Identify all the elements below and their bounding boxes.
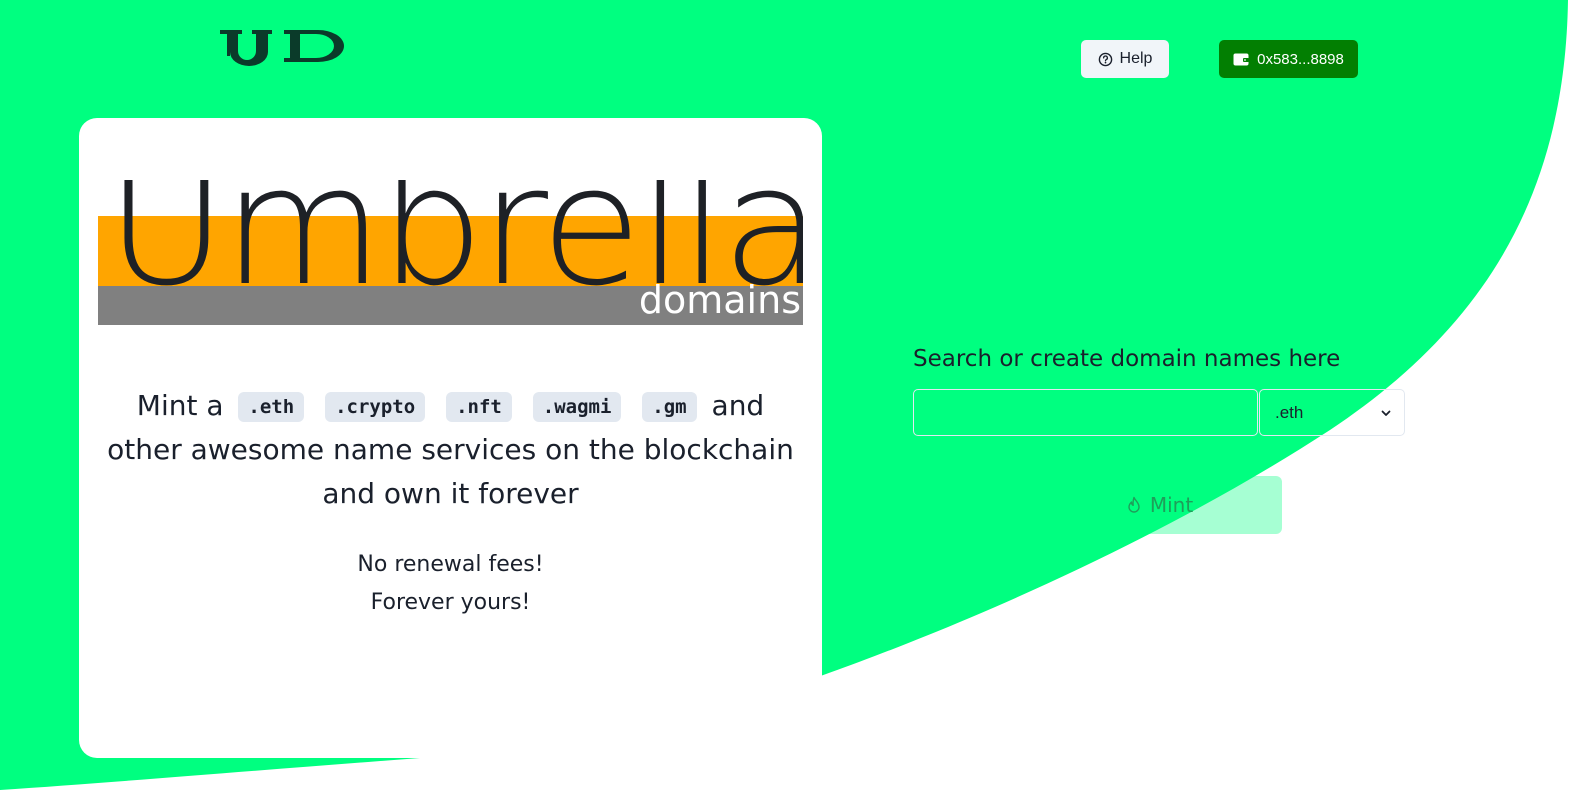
tld-chip-eth: .eth: [238, 392, 305, 422]
help-button[interactable]: Help: [1081, 40, 1169, 78]
tld-chip-crypto: .crypto: [325, 392, 426, 422]
flame-icon: [1126, 496, 1142, 514]
wallet-address-label: 0x583...8898: [1257, 50, 1344, 68]
page: Help 0x583...8898 Umbrella domains Mint …: [0, 0, 1593, 800]
tld-chip-nft: .nft: [446, 392, 512, 422]
tagline-forever: Forever yours!: [370, 590, 531, 615]
intro-card: Umbrella domains Mint a .eth .crypto .nf…: [79, 118, 822, 758]
domain-search-input[interactable]: [913, 389, 1258, 436]
tagline: No renewal fees! Forever yours!: [79, 546, 822, 622]
ud-logo[interactable]: [218, 28, 350, 66]
headline-line-2: other awesome name services on the block…: [107, 433, 794, 466]
umbrella-domains-banner: Umbrella domains: [98, 180, 803, 325]
headline-suffix: and: [711, 389, 765, 422]
headline-prefix: Mint a: [136, 389, 224, 422]
question-circle-icon: [1098, 52, 1113, 67]
ud-logo-mark: [220, 30, 344, 66]
mint-headline: Mint a .eth .crypto .nft .wagmi .gm and …: [107, 384, 794, 516]
wallet-address-button[interactable]: 0x583...8898: [1219, 40, 1358, 78]
mint-button-label: Mint: [1149, 493, 1194, 517]
help-button-label: Help: [1119, 50, 1153, 67]
tld-select[interactable]: .eth: [1259, 389, 1405, 436]
mint-button[interactable]: Mint: [1037, 476, 1282, 534]
search-label: Search or create domain names here: [913, 346, 1341, 372]
tld-chip-gm: .gm: [642, 392, 697, 422]
tagline-no-renewal: No renewal fees!: [357, 552, 544, 577]
wallet-icon: [1233, 52, 1250, 66]
chevron-down-icon: [1380, 407, 1392, 419]
tld-chip-wagmi: .wagmi: [532, 392, 622, 422]
tld-select-value: .eth: [1275, 402, 1304, 422]
headline-line-3: and own it forever: [322, 477, 579, 510]
banner-brand-subtitle: domains: [638, 278, 801, 322]
